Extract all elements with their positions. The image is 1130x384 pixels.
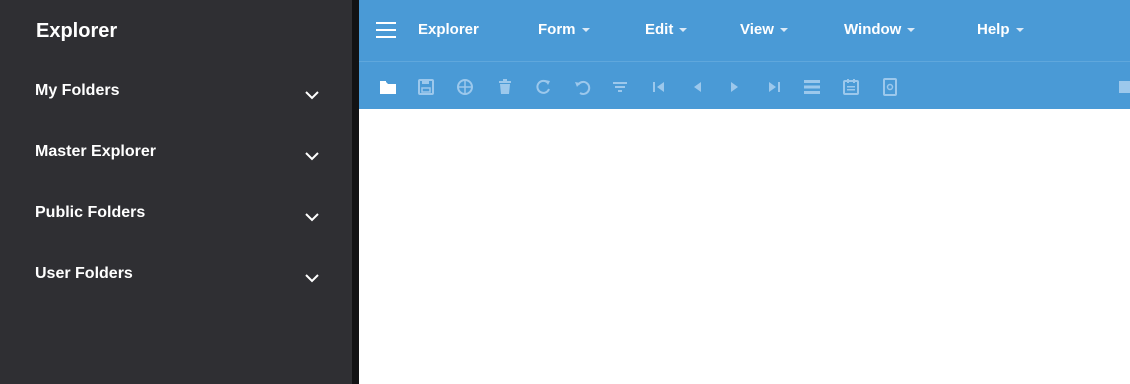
menu-form[interactable]: Form: [538, 21, 590, 38]
chevron-down-icon: [305, 91, 319, 100]
sidebar-item-public-folders[interactable]: Public Folders: [0, 194, 352, 238]
chevron-down-icon: [305, 213, 319, 222]
first-record-icon[interactable]: [649, 77, 669, 97]
menu-label: Help: [977, 21, 1010, 38]
caret-down-icon: [779, 28, 788, 33]
content-area: [359, 109, 1130, 384]
main-area: Explorer Form Edit View Window Help: [359, 0, 1130, 384]
calendar-icon[interactable]: [841, 77, 861, 97]
last-record-icon[interactable]: [764, 77, 784, 97]
sidebar: Explorer My Folders Master Explorer Publ…: [0, 0, 352, 384]
menu-label: Form: [538, 21, 576, 38]
refresh-icon[interactable]: [533, 77, 553, 97]
sidebar-title: Explorer: [36, 20, 118, 42]
overflow-icon[interactable]: [1115, 77, 1130, 97]
undo-icon[interactable]: [572, 77, 592, 97]
hamburger-menu-icon[interactable]: [376, 22, 396, 38]
delete-icon[interactable]: [495, 77, 515, 97]
caret-down-icon: [679, 28, 688, 33]
chevron-down-icon: [305, 152, 319, 161]
menu-view[interactable]: View: [740, 21, 788, 38]
list-view-icon[interactable]: [802, 77, 822, 97]
menu-help[interactable]: Help: [977, 21, 1024, 38]
globe-icon[interactable]: [455, 77, 475, 97]
sidebar-item-master-explorer[interactable]: Master Explorer: [0, 133, 352, 177]
sidebar-item-label: Master Explorer: [35, 143, 156, 160]
menu-edit[interactable]: Edit: [645, 21, 688, 38]
chevron-down-icon: [305, 274, 319, 283]
menu-label: Window: [844, 21, 902, 38]
previous-record-icon[interactable]: [687, 77, 707, 97]
filter-icon[interactable]: [610, 77, 630, 97]
caret-down-icon: [1015, 28, 1024, 33]
sidebar-item-my-folders[interactable]: My Folders: [0, 72, 352, 116]
sidebar-item-label: User Folders: [35, 265, 133, 282]
menu-explorer[interactable]: Explorer: [418, 21, 479, 38]
open-folder-icon[interactable]: [378, 77, 398, 97]
menu-label: View: [740, 21, 774, 38]
sidebar-item-user-folders[interactable]: User Folders: [0, 255, 352, 299]
document-icon[interactable]: [880, 77, 900, 97]
toolbar: [359, 61, 1130, 110]
caret-down-icon: [581, 28, 590, 33]
sidebar-item-label: Public Folders: [35, 204, 146, 221]
sidebar-divider: [352, 0, 359, 384]
caret-down-icon: [907, 28, 916, 33]
sidebar-item-label: My Folders: [35, 82, 120, 99]
menu-label: Edit: [645, 21, 674, 38]
menu-window[interactable]: Window: [844, 21, 916, 38]
next-record-icon[interactable]: [725, 77, 745, 97]
menu-bar: Explorer Form Edit View Window Help: [359, 0, 1130, 61]
save-icon[interactable]: [416, 77, 436, 97]
